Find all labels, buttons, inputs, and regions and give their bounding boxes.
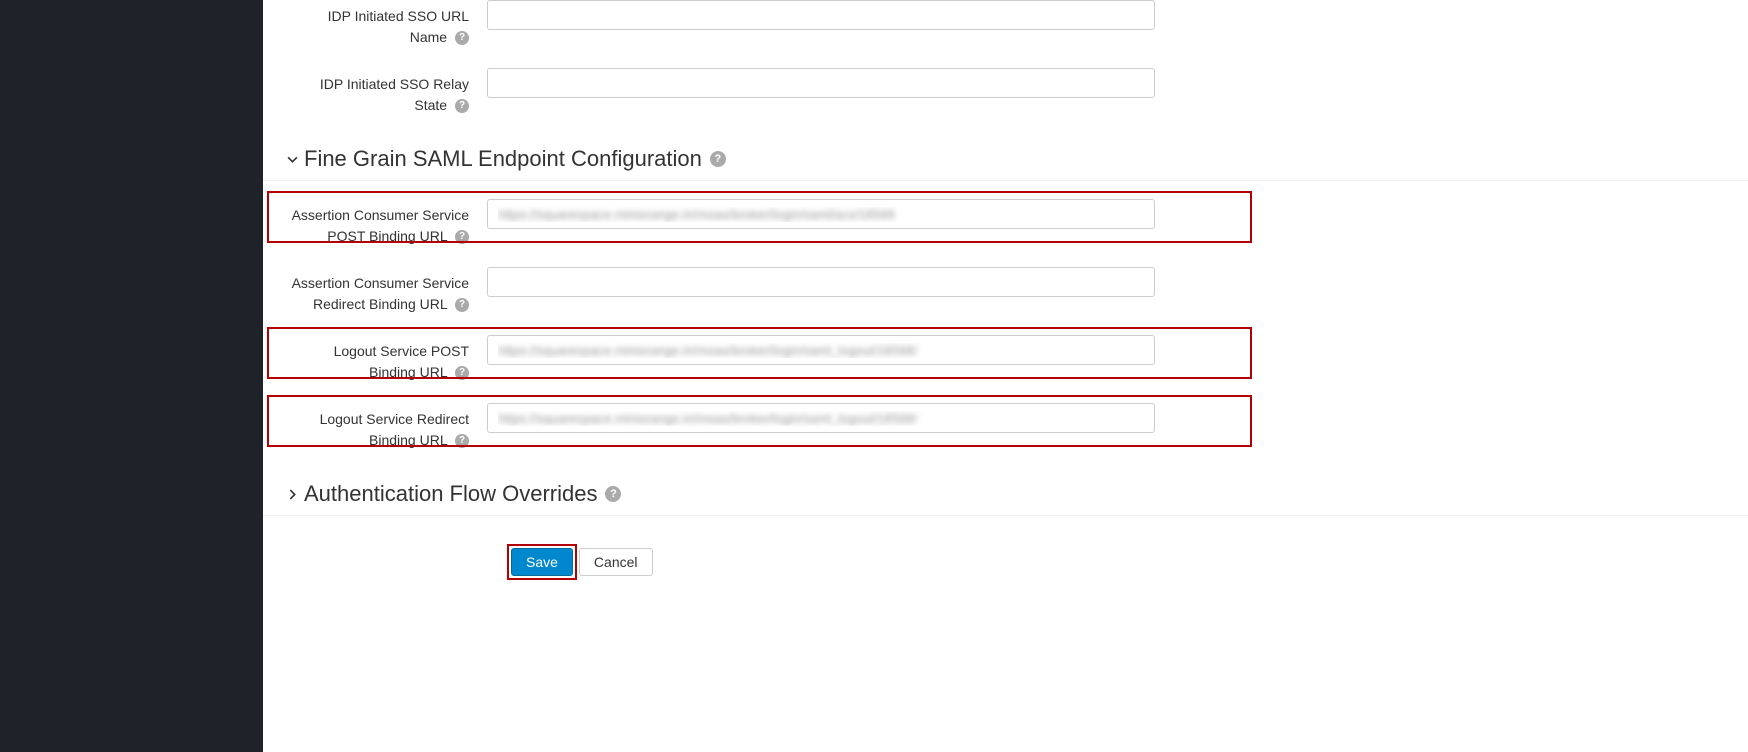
sidebar — [0, 0, 263, 752]
label-text: Logout Service Redirect Binding URL — [320, 411, 469, 448]
auth-flow-section-title: Authentication Flow Overrides — [304, 481, 597, 507]
idp-url-name-input[interactable] — [487, 0, 1155, 30]
logout-post-label: Logout Service POST Binding URL ? — [287, 335, 487, 383]
help-icon[interactable]: ? — [455, 230, 469, 244]
fine-grain-section-toggle[interactable]: Fine Grain SAML Endpoint Configuration ? — [263, 136, 1748, 181]
help-icon[interactable]: ? — [455, 434, 469, 448]
help-icon[interactable]: ? — [605, 486, 621, 502]
help-icon[interactable]: ? — [455, 99, 469, 113]
help-icon[interactable]: ? — [455, 31, 469, 45]
chevron-down-icon — [287, 154, 298, 165]
main-content: IDP Initiated SSO URL Name ? IDP Initiat… — [263, 0, 1748, 752]
idp-relay-state-input[interactable] — [487, 68, 1155, 98]
save-button[interactable]: Save — [511, 548, 573, 576]
logout-redirect-label: Logout Service Redirect Binding URL ? — [287, 403, 487, 451]
fine-grain-section-title: Fine Grain SAML Endpoint Configuration — [304, 146, 702, 172]
logout-post-input[interactable] — [487, 335, 1155, 365]
idp-url-name-row: IDP Initiated SSO URL Name ? — [263, 0, 1748, 48]
acs-redirect-input[interactable] — [487, 267, 1155, 297]
label-text: IDP Initiated SSO URL Name — [328, 8, 469, 45]
auth-flow-section-toggle[interactable]: Authentication Flow Overrides ? — [263, 471, 1748, 516]
label-text: Logout Service POST Binding URL — [334, 343, 469, 380]
acs-post-row: Assertion Consumer Service POST Binding … — [263, 199, 1748, 247]
idp-relay-state-row: IDP Initiated SSO Relay State ? — [263, 68, 1748, 116]
idp-relay-state-label: IDP Initiated SSO Relay State ? — [287, 68, 487, 116]
label-text: IDP Initiated SSO Relay State — [320, 76, 469, 113]
label-text: Assertion Consumer Service Redirect Bind… — [292, 275, 469, 312]
help-icon[interactable]: ? — [455, 366, 469, 380]
acs-post-label: Assertion Consumer Service POST Binding … — [287, 199, 487, 247]
cancel-button[interactable]: Cancel — [579, 548, 653, 576]
logout-redirect-row: Logout Service Redirect Binding URL ? — [263, 403, 1748, 451]
acs-redirect-label: Assertion Consumer Service Redirect Bind… — [287, 267, 487, 315]
logout-redirect-input[interactable] — [487, 403, 1155, 433]
help-icon[interactable]: ? — [710, 151, 726, 167]
logout-post-row: Logout Service POST Binding URL ? — [263, 335, 1748, 383]
help-icon[interactable]: ? — [455, 298, 469, 312]
chevron-right-icon — [287, 489, 298, 500]
save-button-highlight: Save — [511, 548, 573, 576]
idp-url-name-label: IDP Initiated SSO URL Name ? — [287, 0, 487, 48]
acs-redirect-row: Assertion Consumer Service Redirect Bind… — [263, 267, 1748, 315]
label-text: Assertion Consumer Service POST Binding … — [292, 207, 469, 244]
button-row: Save Cancel — [263, 534, 1748, 590]
acs-post-input[interactable] — [487, 199, 1155, 229]
